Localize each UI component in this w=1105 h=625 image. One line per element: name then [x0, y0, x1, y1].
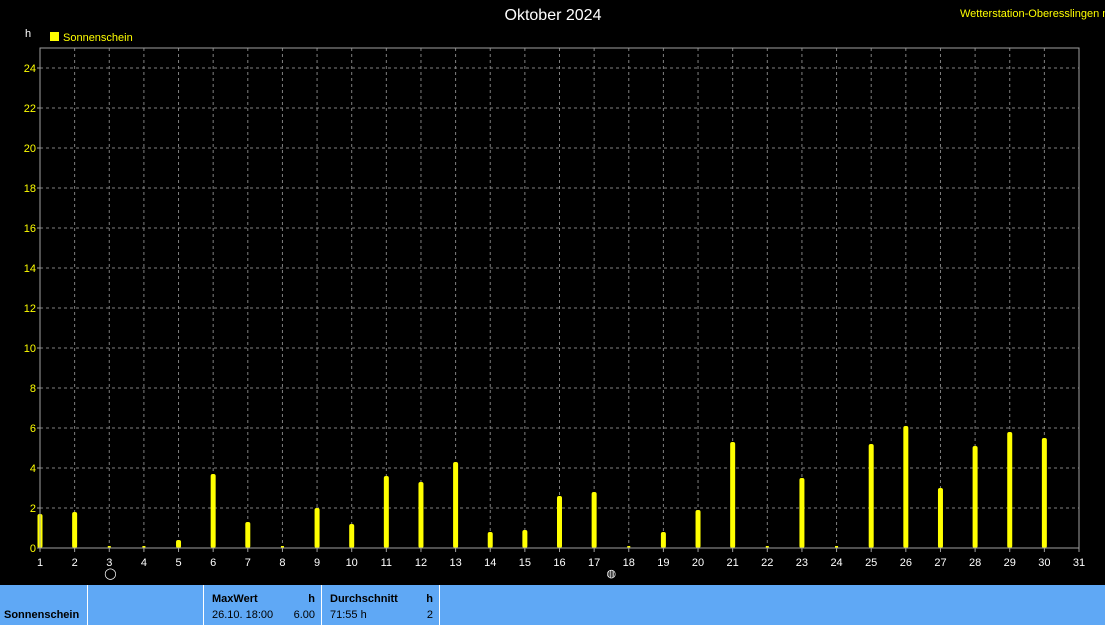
- sunshine-bar: [349, 524, 355, 548]
- x-tick-label: 23: [796, 557, 808, 569]
- y-tick-label: 14: [24, 263, 36, 275]
- x-tick-label: 5: [175, 557, 181, 569]
- sunshine-bar: [660, 532, 666, 548]
- x-tick-label: 21: [727, 557, 739, 569]
- sunshine-bar: [176, 540, 182, 548]
- y-tick-label: 8: [30, 383, 36, 395]
- x-tick-label: 10: [346, 557, 358, 569]
- sunshine-bar: [730, 442, 736, 548]
- stats-cell-empty: [88, 585, 204, 625]
- stats-cell-rest: [440, 585, 1105, 625]
- sunshine-bar: [1007, 432, 1013, 548]
- sunshine-bar: [799, 478, 805, 548]
- x-tick-label: 14: [484, 557, 496, 569]
- x-tick-label: 8: [279, 557, 285, 569]
- y-tick-label: 0: [30, 543, 36, 555]
- stats-cell-avg: Durchschnitt h 71:55 h 2: [322, 585, 440, 625]
- sunshine-bar: [453, 462, 459, 548]
- x-tick-label: 17: [588, 557, 600, 569]
- x-tick-label: 6: [210, 557, 216, 569]
- x-tick-label: 9: [314, 557, 320, 569]
- max-date: 26.10. 18:00: [212, 609, 274, 621]
- x-tick-label: 25: [865, 557, 877, 569]
- sunshine-bar: [383, 476, 389, 548]
- x-tick-label: 26: [900, 557, 912, 569]
- sunshine-bar: [418, 482, 424, 548]
- x-tick-label: 20: [692, 557, 704, 569]
- x-tick-label: 12: [415, 557, 427, 569]
- sunshine-bar: [72, 512, 78, 548]
- full-moon-icon: ◍: [606, 568, 617, 580]
- chart-title: Oktober 2024: [505, 7, 602, 24]
- stats-bar: Sonnenschein MaxWert h 26.10. 18:00 6.00…: [0, 585, 1105, 625]
- sunshine-bar: [903, 426, 909, 548]
- y-tick-label: 16: [24, 223, 36, 235]
- stats-cell-max: MaxWert h 26.10. 18:00 6.00: [204, 585, 322, 625]
- new-moon-icon: ◯: [104, 568, 117, 580]
- sunshine-bar: [522, 530, 528, 548]
- sunshine-bar: [245, 522, 251, 548]
- avg-count: 2: [426, 609, 433, 621]
- max-unit: h: [308, 593, 315, 605]
- x-tick-label: 4: [141, 557, 147, 569]
- y-ticks: 024681012141618202224: [24, 63, 40, 555]
- x-ticks: 1 2 3 4 5 6 7 8 9 10 11 12 13 14 15 16 17 18 19 20 21 22 23 24 2…: [37, 548, 1085, 569]
- sunshine-bar: [210, 474, 216, 548]
- sunshine-chart: Oktober 2024 Wetterstation-Oberesslingen…: [24, 7, 1105, 569]
- x-tick-label: 19: [657, 557, 669, 569]
- sunshine-bar: [557, 496, 562, 548]
- x-tick-label: 11: [381, 557, 392, 569]
- x-tick-label: 13: [449, 557, 461, 569]
- y-tick-label: 12: [24, 303, 36, 315]
- y-tick-label: 20: [24, 143, 36, 155]
- sunshine-bar: [868, 444, 874, 548]
- x-tick-label: 2: [72, 557, 78, 569]
- x-tick-label: 1: [37, 557, 43, 569]
- avg-unit: h: [426, 593, 433, 605]
- x-tick-label: 7: [245, 557, 251, 569]
- stats-row-label: Sonnenschein: [4, 609, 80, 621]
- sunshine-bar: [487, 532, 493, 548]
- y-tick-label: 18: [24, 183, 36, 195]
- sunshine-bar: [591, 492, 597, 548]
- sunshine-bar: [1041, 438, 1047, 548]
- x-tick-label: 28: [969, 557, 981, 569]
- x-tick-label: 24: [830, 557, 842, 569]
- legend-label: Sonnenschein: [63, 32, 133, 44]
- y-tick-label: 10: [24, 343, 36, 355]
- sunshine-bar: [695, 510, 701, 548]
- x-tick-label: 15: [519, 557, 531, 569]
- x-tick-label: 30: [1038, 557, 1050, 569]
- x-tick-label: 27: [934, 557, 946, 569]
- y-tick-label: 4: [30, 463, 36, 475]
- x-tick-label: 18: [623, 557, 635, 569]
- x-tick-label: 31: [1073, 557, 1085, 569]
- sunshine-bar: [972, 446, 978, 548]
- stats-cell-name: Sonnenschein: [0, 585, 88, 625]
- y-tick-label: 22: [24, 103, 36, 115]
- sunshine-bar: [937, 488, 943, 548]
- grid: [40, 48, 1079, 548]
- sunshine-bar: [314, 508, 320, 548]
- avg-value: 71:55 h: [330, 609, 367, 621]
- y-axis-unit: h: [25, 28, 31, 40]
- avg-header: Durchschnitt: [330, 593, 398, 605]
- legend-swatch: [50, 32, 59, 41]
- x-tick-label: 22: [761, 557, 773, 569]
- x-tick-label: 29: [1004, 557, 1016, 569]
- y-tick-label: 2: [30, 503, 36, 515]
- max-header: MaxWert: [212, 593, 258, 605]
- station-name: Wetterstation-Oberesslingen m: [960, 8, 1105, 20]
- max-value: 6.00: [293, 609, 315, 621]
- bars: [37, 426, 1047, 548]
- x-tick-label: 16: [553, 557, 565, 569]
- y-tick-label: 24: [24, 63, 36, 75]
- y-tick-label: 6: [30, 423, 36, 435]
